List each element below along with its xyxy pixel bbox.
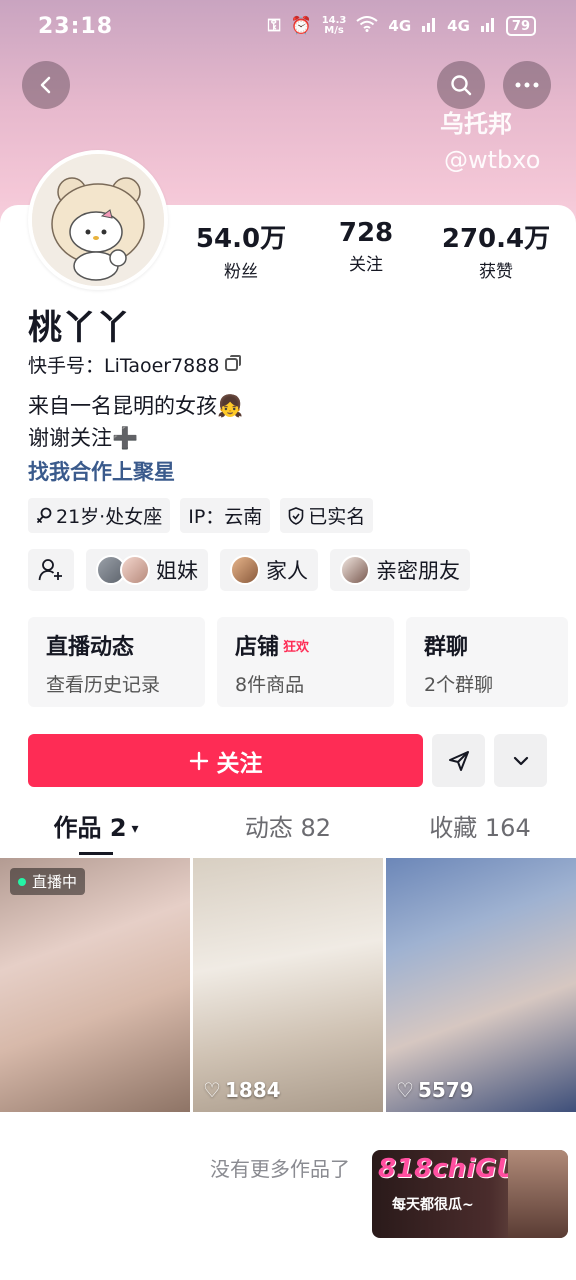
follow-button[interactable]: 关注	[28, 734, 423, 787]
relations-row: 姐妹 家人 亲密朋友	[28, 549, 470, 591]
promo-slogan: 每天都很瓜~	[392, 1197, 474, 1213]
alarm-icon: ⏰	[290, 16, 312, 36]
work-thumbnail[interactable]: 直播中	[0, 858, 190, 1112]
like-count: ♡ 5579	[396, 1078, 474, 1102]
share-button[interactable]	[432, 734, 485, 787]
tag-label: 已实名	[308, 506, 366, 528]
profile-stats: 54.0万 粉丝 728 关注 270.4万 获赞	[186, 218, 566, 282]
watermark-promo-badge: 818chiGUA 每天都很瓜~	[372, 1150, 568, 1238]
shortcut-cards: 直播动态 查看历史记录 店铺 狂欢 8件商品 群聊 2个群聊	[28, 617, 568, 707]
caret-down-icon: ▾	[126, 821, 139, 837]
battery-indicator: 79	[505, 16, 536, 36]
live-dot	[18, 877, 26, 886]
signal-icon	[421, 16, 437, 37]
relation-close-friends[interactable]: 亲密朋友	[330, 549, 470, 591]
no-more-works-note: 没有更多作品了	[210, 1157, 350, 1181]
account-id: 快手号：LiTaoer7888	[28, 355, 220, 377]
tab-works[interactable]: 作品 2 ▾	[0, 808, 192, 856]
profile-tags: 21岁·处女座 IP：云南 已实名	[28, 498, 374, 533]
network-speed: 14.3 M/s	[321, 15, 347, 36]
work-thumbnail[interactable]: ♡ 1884	[193, 858, 383, 1112]
status-bar: 23:18 ⚿ ⏰ 14.3 M/s 4G 4G 79	[0, 0, 576, 52]
nickname: 桃丫丫	[28, 308, 130, 348]
wifi-icon	[356, 15, 379, 37]
content-tabs: 作品 2 ▾ 动态 82 收藏 164	[0, 808, 576, 856]
avatar	[120, 555, 150, 585]
shortcut-title: 店铺 狂欢	[235, 635, 310, 660]
plus-icon	[189, 751, 208, 770]
chevron-down-icon	[513, 756, 528, 765]
female-icon	[37, 507, 52, 523]
bio-line-2: 谢谢关注➕	[28, 426, 139, 450]
shortcut-title: 直播动态	[46, 635, 135, 660]
heart-icon: ♡	[203, 1078, 221, 1102]
relation-family[interactable]: 家人	[220, 549, 318, 591]
works-grid: 直播中 ♡ 1884 ♡ 5579	[0, 858, 576, 1112]
promo-badge: 狂欢	[283, 639, 310, 655]
back-button[interactable]	[22, 61, 70, 109]
heart-icon: ♡	[396, 1078, 414, 1102]
shortcut-live-history[interactable]: 直播动态 查看历史记录	[28, 617, 205, 707]
search-icon	[451, 75, 472, 96]
promo-photo	[508, 1150, 568, 1238]
live-badge: 直播中	[10, 868, 86, 895]
copy-icon[interactable]	[225, 355, 242, 371]
signal-1-label: 4G	[388, 17, 412, 35]
shortcut-group-chat[interactable]: 群聊 2个群聊	[406, 617, 568, 707]
search-button[interactable]	[437, 61, 485, 109]
stat-value: 728	[338, 218, 394, 248]
more-icon	[515, 82, 539, 88]
add-user-icon	[38, 559, 62, 581]
tab-moments[interactable]: 动态 82	[192, 808, 384, 856]
follow-label: 关注	[216, 750, 263, 777]
stat-label: 关注	[349, 255, 383, 275]
shortcut-subtitle: 查看历史记录	[46, 674, 161, 696]
stat-label: 获赞	[479, 262, 513, 282]
chevron-left-icon	[40, 76, 51, 94]
more-options-button[interactable]	[494, 734, 547, 787]
status-time: 23:18	[38, 13, 114, 39]
tab-favorites[interactable]: 收藏 164	[384, 808, 576, 856]
avatar[interactable]	[28, 150, 168, 290]
key-icon: ⚿	[267, 16, 281, 36]
signal-icon	[480, 16, 496, 37]
shortcut-subtitle: 8件商品	[235, 674, 305, 696]
bio-line-1: 来自一名昆明的女孩👧	[28, 394, 244, 418]
status-icons: ⚿ ⏰ 14.3 M/s 4G 4G 79	[268, 16, 536, 37]
watermark-name: 乌托邦	[440, 110, 512, 138]
tag-label: 21岁·处女座	[56, 506, 163, 528]
stat-label: 粉丝	[224, 262, 258, 282]
stat-followers[interactable]: 54.0万 粉丝	[186, 218, 296, 282]
relation-label: 家人	[266, 559, 308, 583]
tag-verified[interactable]: 已实名	[280, 498, 374, 533]
stat-likes[interactable]: 270.4万 获赞	[436, 218, 556, 282]
add-friend-button[interactable]	[28, 549, 74, 591]
shortcut-shop[interactable]: 店铺 狂欢 8件商品	[217, 617, 394, 707]
stat-following[interactable]: 728 关注	[296, 218, 436, 282]
work-thumbnail[interactable]: ♡ 5579	[386, 858, 576, 1112]
account-id-row[interactable]: 快手号：LiTaoer7888	[28, 351, 242, 378]
avatar-illustration	[32, 154, 164, 286]
shield-icon	[288, 506, 304, 525]
shortcut-title: 群聊	[424, 635, 469, 660]
avatar	[230, 555, 260, 585]
tab-underline	[79, 852, 113, 855]
avatar	[340, 555, 370, 585]
shortcut-subtitle: 2个群聊	[424, 674, 494, 696]
tag-ip: IP：云南	[180, 498, 271, 533]
stat-value: 54.0万	[195, 224, 287, 254]
tag-age: 21岁·处女座	[28, 498, 171, 533]
more-button[interactable]	[503, 61, 551, 109]
tag-label: IP：云南	[188, 506, 263, 528]
stat-value: 270.4万	[441, 224, 551, 254]
send-icon	[448, 750, 469, 771]
like-count: ♡ 1884	[203, 1078, 281, 1102]
bio-link[interactable]: 找我合作上聚星	[28, 456, 175, 486]
relation-sisters[interactable]: 姐妹	[86, 549, 208, 591]
watermark-id: @wtbxo	[444, 146, 541, 174]
relation-label: 姐妹	[156, 559, 198, 583]
relation-label: 亲密朋友	[376, 559, 460, 583]
signal-2-label: 4G	[447, 17, 470, 35]
